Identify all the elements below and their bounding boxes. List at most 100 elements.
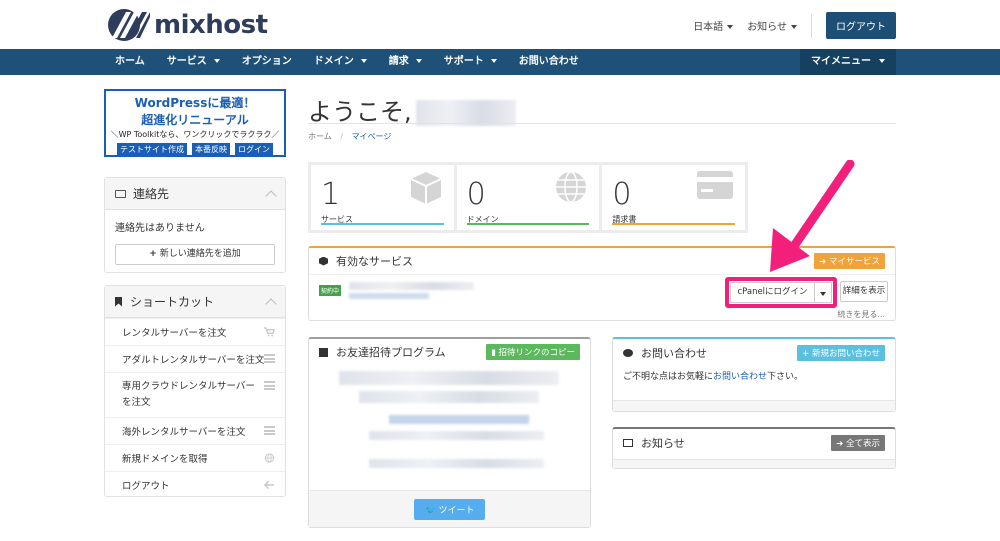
cube-icon [319,256,328,266]
plus-icon: + [149,249,157,259]
banner-tagline: ＼WP Toolkitなら、ワンクリックでラクラク／ [110,130,280,139]
nav-item[interactable]: お問い合わせ [508,49,590,75]
cube-icon [410,172,442,204]
new-inquiry-label: 新規お問い合わせ [811,349,880,359]
gift-icon [319,347,328,357]
blurred-service-domain [349,293,430,299]
shortcut-label: アダルトレンタルサーバーを注文 [122,355,265,366]
notifications-menu[interactable]: お知らせ [747,18,797,33]
banner-button-publish[interactable]: 本番反映 [192,143,230,156]
shortcuts-panel-header[interactable]: ショートカット [105,286,285,318]
contacts-title: 連絡先 [133,187,170,201]
cart-icon [264,327,275,337]
top-bar: mixhost 日本語 お知らせ ログアウト [0,0,1000,49]
twitter-icon: 🐦 [424,505,439,516]
stat-underline [466,223,590,225]
shortcut-register-domain[interactable]: 新規ドメインを取得 [105,444,285,471]
nav-item[interactable]: サポート [433,49,508,75]
inquiry-link[interactable]: お問い合わせ [713,372,767,382]
shortcut-label: ログアウト [122,481,170,492]
newspaper-icon [623,438,633,447]
plus-icon: + [802,349,812,359]
chevron-down-icon [727,25,734,29]
tweet-label: ツイート [438,505,475,516]
tweet-button[interactable]: 🐦 ツイート [414,498,485,520]
cpanel-dropdown-toggle[interactable] [815,282,832,303]
stat-domains[interactable]: 0 ドメイン [456,165,600,230]
nav-items: ホーム サービス オプション ドメイン 請求 サポート お問い合わせ [104,49,590,75]
shortcut-order-adult-server[interactable]: アダルトレンタルサーバーを注文 [105,345,285,372]
add-contact-button[interactable]: + 新しい連絡先を追加 [115,244,275,265]
top-links: 日本語 お知らせ ログアウト [693,12,896,39]
my-services-badge[interactable]: ➔ マイサービス [814,253,885,269]
nav-item[interactable]: ホーム [104,49,156,75]
shortcut-label: レンタルサーバーを注文 [122,328,227,339]
copy-referral-link-badge[interactable]: ▮ 招待リンクのコピー [486,344,580,360]
cpanel-login-button[interactable]: cPanelにログイン [730,282,815,303]
blurred-text [369,431,544,440]
inquiry-text-after: 下さい。 [767,372,804,382]
stats-row: 1 サービス 0 ドメイン 0 請求書 [308,162,748,233]
divider [308,123,896,124]
banner-button-test-site[interactable]: テストサイト作成 [117,143,187,156]
nav-item[interactable]: ドメイン [303,49,378,75]
nav-item-label: 請求 [388,56,409,67]
breadcrumb-separator: / [340,132,344,141]
globe-icon [556,171,587,203]
shortcut-order-server[interactable]: レンタルサーバーを注文 [105,318,285,345]
nav-item-label: ホーム [115,56,145,67]
blurred-service-name [349,282,475,290]
collapse-icon[interactable] [265,297,277,310]
referral-title: お友達招待プログラム [336,346,446,359]
blurred-service-info [349,282,475,299]
chevron-down-icon [791,25,797,29]
wordpress-banner[interactable]: WordPressに最適！ 超進化リニューアル ＼WP Toolkitなら、ワン… [104,89,286,157]
arrow-right-icon: ➔ [819,257,829,267]
language-selector[interactable]: 日本語 [693,18,734,33]
logo[interactable]: mixhost [104,8,268,42]
bookmark-icon [115,296,122,307]
blurred-text [359,391,539,403]
notifications-label: お知らせ [747,22,787,33]
shortcut-logout[interactable]: ログアウト [105,471,285,498]
blurred-text [369,459,544,468]
shortcuts-title: ショートカット [130,295,215,309]
blurred-referral-content [319,369,581,487]
collapse-icon[interactable] [265,189,277,202]
chat-icon [623,349,633,357]
stat-invoices[interactable]: 0 請求書 [602,165,746,230]
banner-button-login[interactable]: ログイン [235,143,273,156]
logout-button[interactable]: ログアウト [826,12,896,39]
stat-services[interactable]: 1 サービス [311,165,454,230]
new-inquiry-badge[interactable]: + 新規お問い合わせ [797,345,885,361]
arrow-left-icon [264,480,275,490]
chevron-down-icon [415,59,422,63]
inquiry-header: お問い合わせ + 新規お問い合わせ [613,339,895,367]
breadcrumb-current: マイページ [351,132,392,141]
banner-buttons: テストサイト作成 本番反映 ログイン [106,143,284,156]
nav-item-label: サポート [443,56,484,67]
my-menu[interactable]: マイメニュー [800,49,896,75]
nav-item-label: オプション [241,56,292,67]
view-details-button[interactable]: 詳細を表示 [840,281,888,302]
arrow-right-icon: ➔ [836,438,846,449]
nav-item[interactable]: オプション [231,49,303,75]
active-services-panel: 有効なサービス ➔ マイサービス 契約中 cPanelにログイン 詳細を表示 続… [308,246,896,321]
chevron-down-icon [490,59,497,63]
welcome-text: ようこそ, [308,98,412,126]
breadcrumb-home[interactable]: ホーム [308,132,332,141]
contacts-panel-header[interactable]: 連絡先 [105,178,285,210]
inquiry-title: お問い合わせ [641,347,707,360]
folder-icon [115,189,126,198]
nav-item[interactable]: 請求 [378,49,433,75]
cpanel-login-group: cPanelにログイン [725,277,837,308]
panel-footer [613,400,895,411]
shortcut-order-cloud-server[interactable]: 専用クラウドレンタルサーバーを注文 [105,372,285,417]
credit-card-icon [697,171,734,199]
inquiry-panel: お問い合わせ + 新規お問い合わせ ご不明な点はお気軽にお問い合わせ下さい。 [612,337,896,412]
contacts-empty-text: 連絡先はありません [115,223,205,234]
nav-item[interactable]: サービス [156,49,231,75]
shortcut-order-overseas-server[interactable]: 海外レンタルサーバーを注文 [105,417,285,444]
see-more-link[interactable]: 続きを見る... [837,309,885,320]
view-all-badge[interactable]: ➔ 全て表示 [831,434,885,451]
